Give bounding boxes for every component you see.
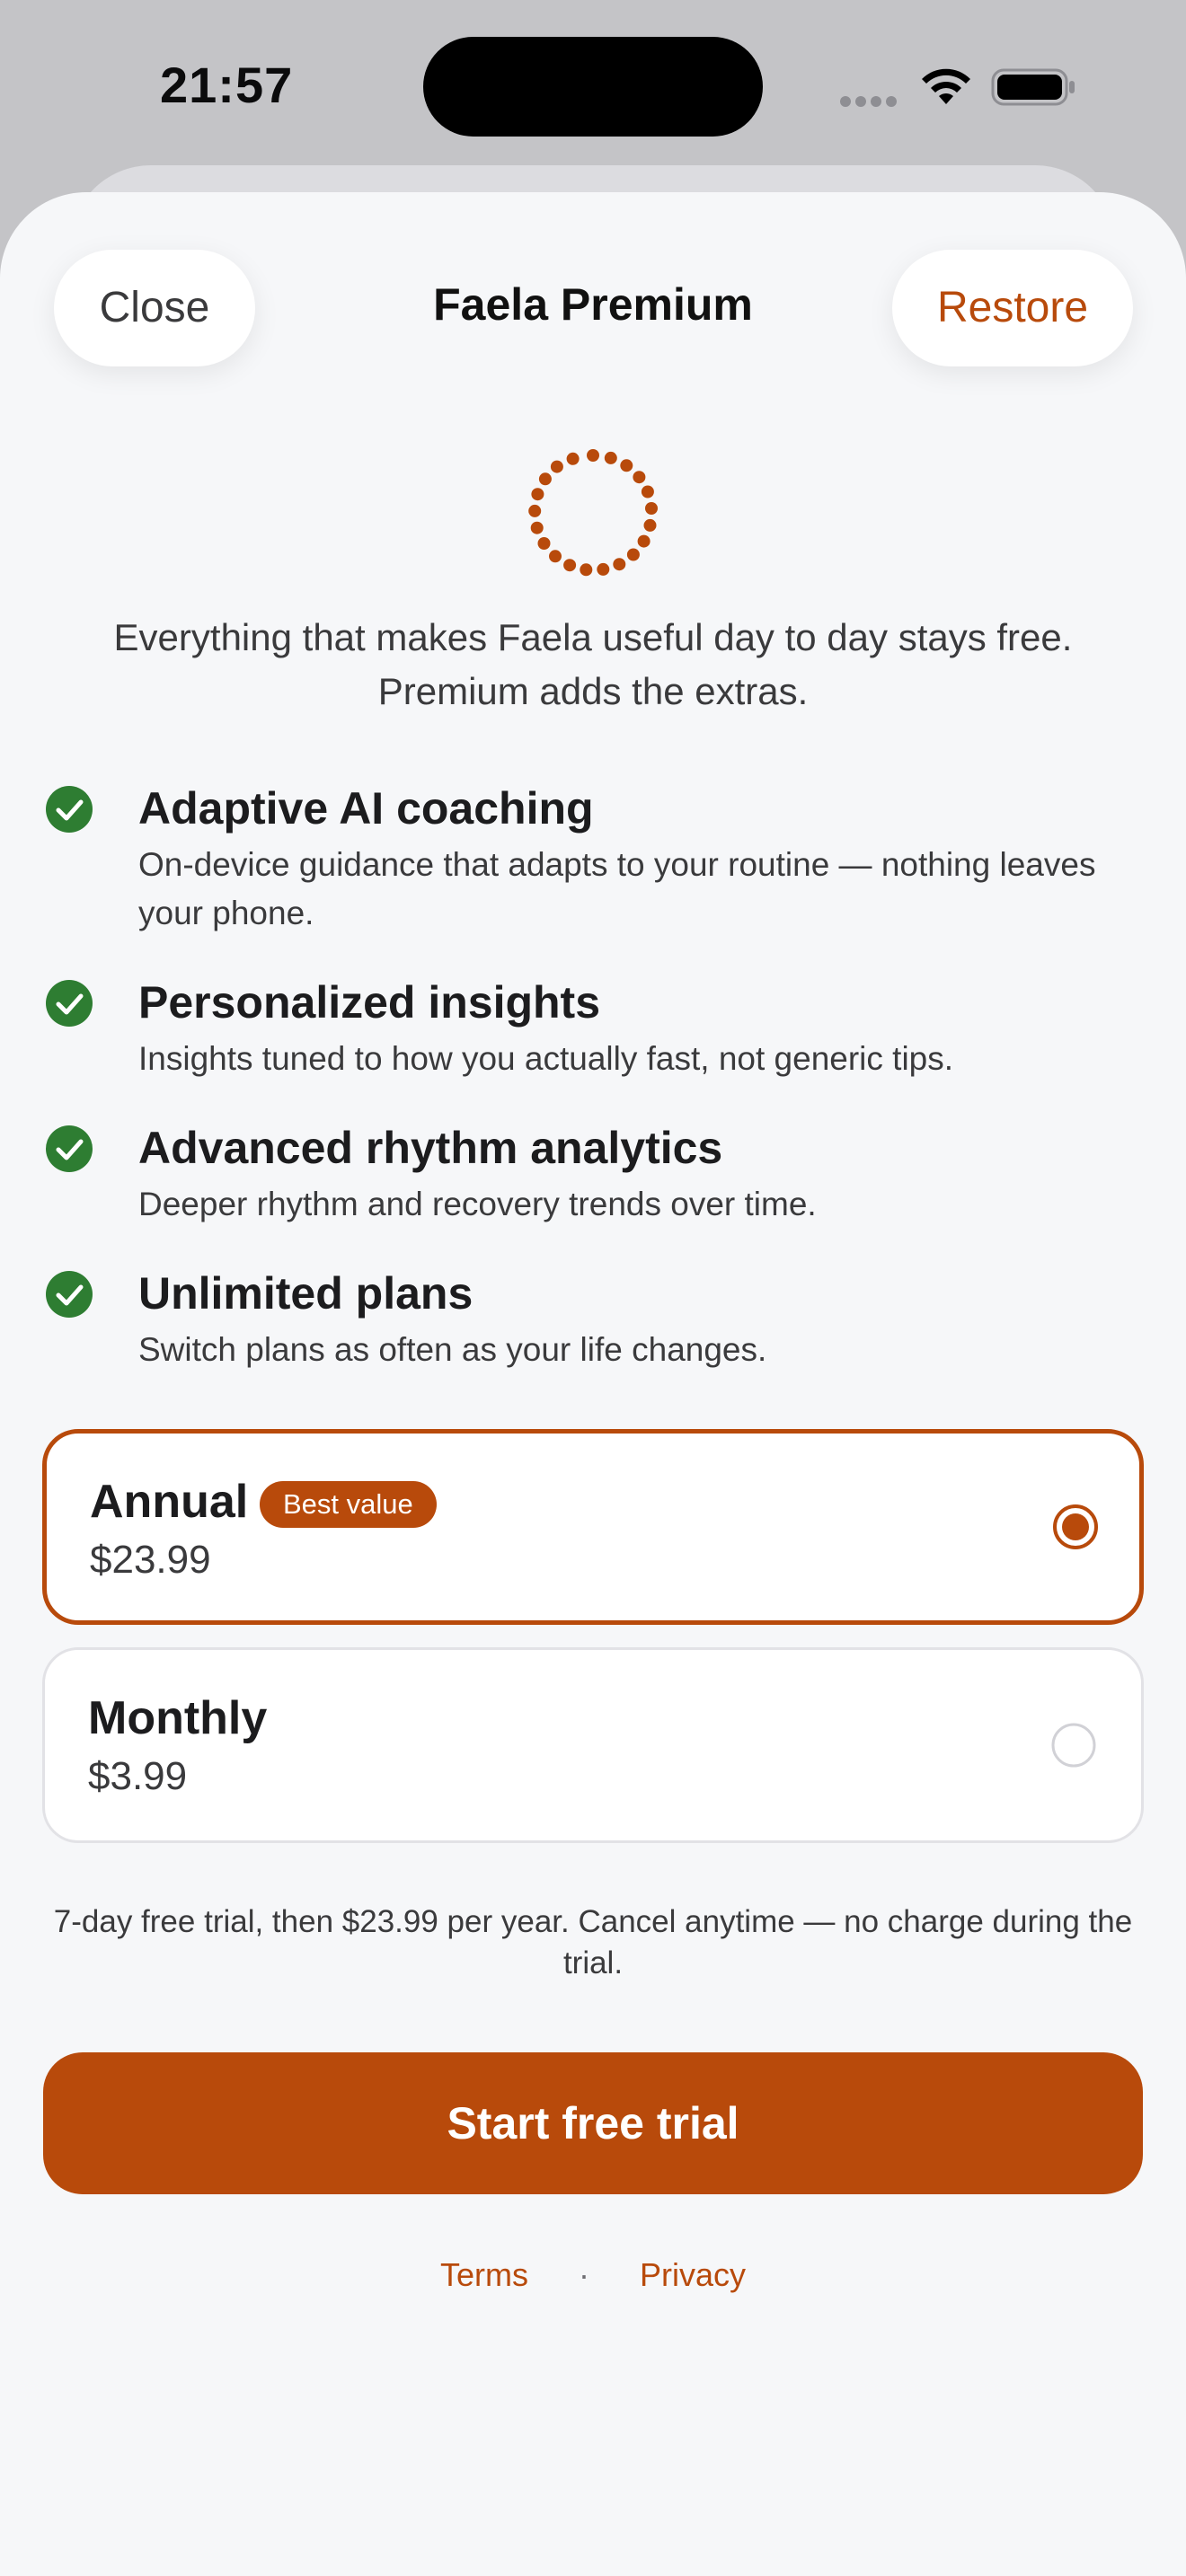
privacy-link[interactable]: Privacy bbox=[640, 2256, 746, 2294]
check-circle-icon bbox=[46, 980, 93, 1027]
feature-description: Insights tuned to how you actually fast,… bbox=[138, 1040, 954, 1077]
feature-description: On-device guidance that adapts to your r… bbox=[138, 846, 1096, 931]
trial-terms-note: 7-day free trial, then $23.99 per year. … bbox=[53, 1904, 1133, 1981]
plan-name: Monthly bbox=[88, 1692, 268, 1744]
feature-description: Switch plans as often as your life chang… bbox=[138, 1331, 767, 1368]
plan-option-annual[interactable]: Annual Best value $23.99 bbox=[42, 1429, 1144, 1625]
radio-selected-icon[interactable] bbox=[1052, 1504, 1099, 1550]
feature-title: Unlimited plans bbox=[138, 1268, 474, 1319]
feature-title: Personalized insights bbox=[138, 977, 601, 1028]
terms-link[interactable]: Terms bbox=[440, 2256, 528, 2294]
check-circle-icon bbox=[46, 1125, 93, 1172]
signal-icon bbox=[840, 95, 903, 107]
close-button[interactable]: Close bbox=[54, 250, 255, 366]
plan-name: Annual bbox=[90, 1476, 249, 1528]
dotted-circle-icon bbox=[528, 449, 658, 577]
restore-button[interactable]: Restore bbox=[892, 250, 1133, 366]
start-free-trial-button[interactable]: Start free trial bbox=[43, 2052, 1143, 2194]
best-value-badge: Best value bbox=[260, 1481, 437, 1528]
dynamic-island bbox=[423, 37, 763, 137]
plan-price: $3.99 bbox=[88, 1754, 188, 1798]
status-time: 21:57 bbox=[160, 57, 294, 113]
intro-text: Everything that makes Faela useful day t… bbox=[54, 611, 1132, 719]
check-circle-icon bbox=[46, 786, 93, 833]
status-bar: 21:57 bbox=[0, 0, 1186, 171]
footer-links: Terms · Privacy bbox=[0, 2256, 1186, 2294]
footer-separator: · bbox=[578, 2256, 589, 2293]
intro-line-1: Everything that makes Faela useful day t… bbox=[113, 616, 1073, 658]
radio-unselected-icon[interactable] bbox=[1050, 1722, 1097, 1769]
check-circle-icon bbox=[46, 1271, 93, 1318]
feature-title: Adaptive AI coaching bbox=[138, 783, 594, 834]
feature-title: Advanced rhythm analytics bbox=[138, 1123, 723, 1173]
plan-option-monthly[interactable]: Monthly $3.99 bbox=[42, 1647, 1144, 1843]
wifi-icon bbox=[922, 68, 970, 104]
feature-description: Deeper rhythm and recovery trends over t… bbox=[138, 1186, 817, 1222]
battery-icon bbox=[991, 68, 1075, 106]
page-title: Faela Premium bbox=[433, 279, 753, 330]
plan-price: $23.99 bbox=[90, 1538, 211, 1582]
intro-line-2: Premium adds the extras. bbox=[377, 670, 809, 712]
